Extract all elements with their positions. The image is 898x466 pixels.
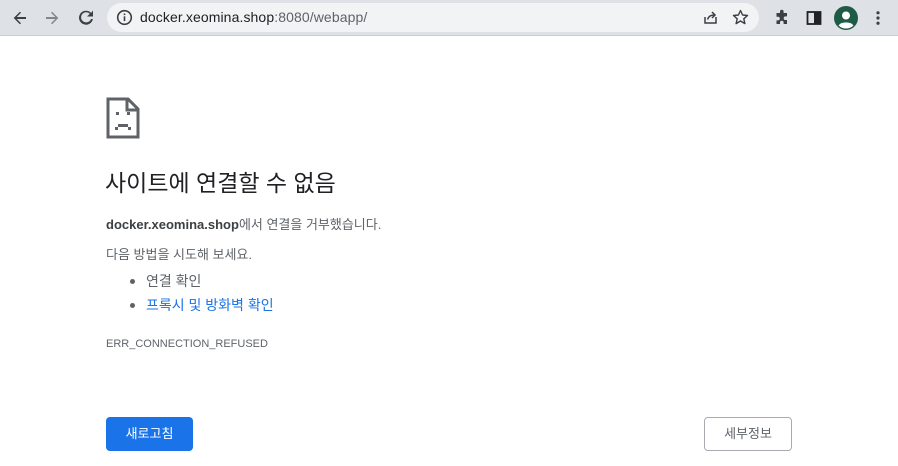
suggestion-item-proxy-firewall: 프록시 및 방화벽 확인: [106, 294, 274, 318]
back-arrow-icon[interactable]: [6, 4, 34, 32]
bullet: [130, 303, 135, 308]
error-summary-text: 에서 연결을 거부했습니다.: [238, 217, 382, 232]
side-panel-icon[interactable]: [800, 4, 828, 32]
star-icon[interactable]: [731, 8, 750, 32]
kebab-menu-icon[interactable]: [864, 4, 892, 32]
sad-document-icon: [106, 97, 140, 139]
proxy-firewall-link[interactable]: 프록시 및 방화벽 확인: [146, 297, 274, 313]
browser-toolbar: docker.xeomina.shop:8080/webapp/: [0, 0, 898, 36]
reload-button[interactable]: 새로고침: [106, 417, 193, 451]
url-path: :8080/webapp/: [274, 9, 368, 25]
suggestions-intro: 다음 방법을 시도해 보세요.: [106, 247, 253, 262]
avatar-icon[interactable]: [832, 4, 860, 32]
puzzle-icon[interactable]: [768, 4, 796, 32]
suggestion-label: 연결 확인: [146, 273, 202, 289]
url-text[interactable]: docker.xeomina.shop:8080/webapp/: [140, 9, 367, 26]
suggestion-item-check-connection: 연결 확인: [106, 270, 274, 294]
suggestions-list: 연결 확인 프록시 및 방화벽 확인: [106, 270, 274, 318]
url-host: docker.xeomina.shop: [140, 9, 275, 25]
error-summary: docker.xeomina.shop에서 연결을 거부했습니다.: [106, 216, 381, 234]
details-button[interactable]: 세부정보: [704, 417, 792, 451]
error-domain: docker.xeomina.shop: [106, 217, 239, 232]
error-heading: 사이트에 연결할 수 없음: [105, 170, 336, 196]
info-icon[interactable]: [116, 9, 133, 26]
reload-icon[interactable]: [72, 4, 100, 32]
share-icon[interactable]: [701, 8, 720, 32]
error-code: ERR_CONNECTION_REFUSED: [106, 338, 268, 350]
forward-arrow-icon[interactable]: [38, 4, 66, 32]
bullet: [130, 279, 135, 284]
address-bar[interactable]: docker.xeomina.shop:8080/webapp/: [107, 3, 759, 32]
